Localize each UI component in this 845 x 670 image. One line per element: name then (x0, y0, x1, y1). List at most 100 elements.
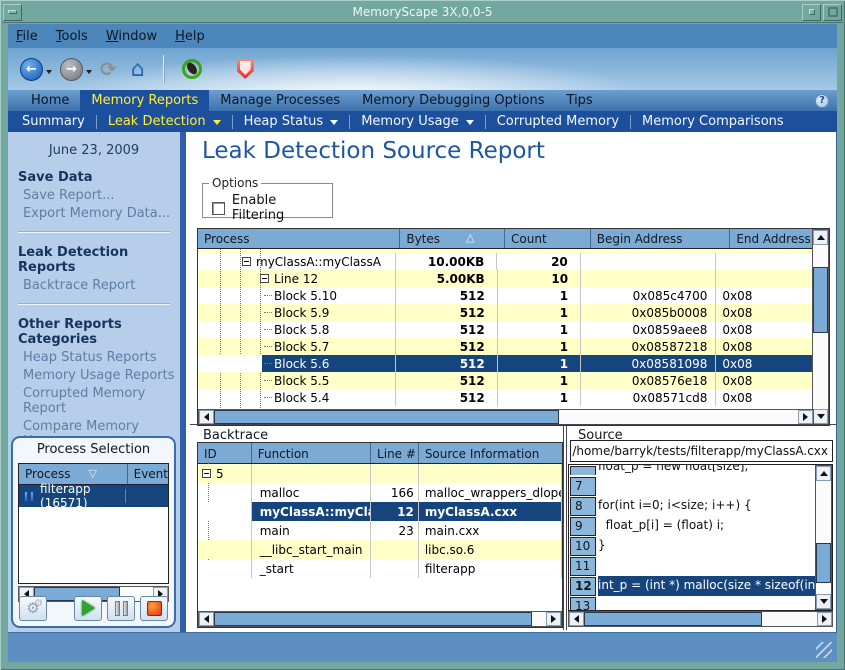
table-row[interactable]: Block 5.7 512 1 0x08587218 0x08 (198, 338, 812, 355)
subnav-leak-detection[interactable]: Leak Detection (108, 114, 221, 129)
table-row[interactable]: myClassA::myClassA 10.00KB 20 (198, 253, 812, 270)
memory-debug-bug-icon[interactable] (181, 58, 203, 80)
backtrace-hscrollbar[interactable] (198, 611, 562, 627)
line-number-gutter[interactable]: 9 (570, 517, 596, 536)
home-icon[interactable]: ⌂ (131, 57, 145, 82)
scroll-up-icon[interactable] (816, 466, 831, 481)
table-row[interactable]: Block 5.8 512 1 0x0859aee8 0x08 (198, 321, 812, 338)
pause-button[interactable] (107, 596, 135, 621)
column-header-line[interactable]: Line # (371, 443, 419, 463)
scrollbar-thumb[interactable] (214, 410, 559, 424)
column-header-function[interactable]: Function (252, 443, 371, 463)
menu-file[interactable]: File (16, 29, 38, 44)
link-export-memory-data[interactable]: Export Memory Data... (23, 206, 180, 221)
source-line[interactable]: 11 (569, 556, 832, 576)
link-heap-status-reports[interactable]: Heap Status Reports (23, 350, 180, 365)
column-header-process[interactable]: Process (198, 229, 400, 248)
scroll-left-icon[interactable] (199, 410, 214, 424)
column-header-process[interactable]: Process▽ (19, 464, 128, 484)
backtrace-row[interactable]: _start filterapp (198, 559, 562, 578)
tab-tips[interactable]: Tips (556, 90, 604, 111)
column-header-event[interactable]: Event (128, 464, 168, 484)
scrollbar-thumb[interactable] (584, 612, 762, 626)
source-line[interactable]: 10 } (569, 536, 832, 556)
source-vscrollbar[interactable] (815, 465, 832, 610)
resize-grip[interactable] (816, 642, 832, 658)
line-number-gutter[interactable]: 10 (570, 537, 596, 556)
table-row[interactable]: Line 12 5.00KB 10 (198, 270, 812, 287)
source-line[interactable]: 13 (569, 596, 832, 611)
backtrace-row[interactable]: main 23 main.cxx (198, 521, 562, 540)
leak-table-hscrollbar[interactable] (198, 409, 814, 425)
menu-help[interactable]: Help (175, 29, 205, 44)
line-number-gutter[interactable]: 8 (570, 497, 596, 516)
help-icon[interactable]: ? (815, 94, 829, 108)
column-header-bytes[interactable]: Bytes△ (400, 229, 505, 248)
link-memory-usage-reports[interactable]: Memory Usage Reports (23, 368, 180, 383)
source-line[interactable]: 8 for(int i=0; i<size; i++) { (569, 496, 832, 516)
scroll-right-icon[interactable] (546, 612, 561, 626)
source-line[interactable]: 7 (569, 476, 832, 496)
backtrace-row[interactable]: malloc 166 malloc_wrappers_dlopen. (198, 483, 562, 502)
scroll-right-icon[interactable] (798, 410, 813, 424)
scroll-left-icon[interactable] (569, 612, 584, 626)
backtrace-row-selected[interactable]: myClassA::myCla... 12 myClassA.cxx (198, 502, 562, 521)
table-row[interactable]: Block 5.5 512 1 0x08576e18 0x08 (198, 372, 812, 389)
scrollbar-thumb[interactable] (214, 612, 532, 626)
source-line-partial[interactable]: float_p = new float[size]; (569, 465, 832, 476)
scroll-left-icon[interactable] (199, 612, 214, 626)
scroll-down-icon[interactable] (816, 594, 831, 609)
subnav-heap-status[interactable]: Heap Status (244, 114, 339, 129)
menu-tools[interactable]: Tools (56, 29, 88, 44)
forward-icon[interactable]: → (60, 58, 83, 81)
back-dropdown-icon[interactable] (46, 70, 52, 77)
subnav-memory-usage[interactable]: Memory Usage (361, 114, 474, 129)
shield-add-icon[interactable] (237, 59, 254, 79)
tab-memory-reports[interactable]: Memory Reports (80, 90, 209, 111)
menu-window[interactable]: Window (106, 29, 157, 44)
column-header-source-information[interactable]: Source Information (419, 443, 562, 463)
scroll-down-icon[interactable] (813, 409, 828, 424)
backtrace-row[interactable]: 5 (198, 464, 562, 483)
tab-home[interactable]: Home (20, 90, 80, 111)
tree-collapse-icon[interactable] (242, 257, 251, 266)
tab-manage-processes[interactable]: Manage Processes (209, 90, 351, 111)
source-path-field[interactable]: /home/barryk/tests/filterapp/myClassA.cx… (570, 440, 833, 462)
process-row[interactable]: filterapp (16571) (19, 485, 168, 507)
backtrace-row[interactable]: __libc_start_main libc.so.6 (198, 540, 562, 559)
run-button[interactable] (74, 596, 102, 621)
table-row[interactable]: Block 5.10 512 1 0x085c4700 0x08 (198, 287, 812, 304)
stop-button[interactable] (140, 596, 168, 621)
column-header-id[interactable]: ID (198, 443, 252, 463)
table-row[interactable]: Block 5.9 512 1 0x085b0008 0x08 (198, 304, 812, 321)
leak-table-vscrollbar[interactable] (812, 229, 829, 425)
scrollbar-thumb[interactable] (813, 267, 828, 333)
tab-memory-debugging-options[interactable]: Memory Debugging Options (351, 90, 555, 111)
source-line[interactable]: 9 float_p[i] = (float) i; (569, 516, 832, 536)
tree-collapse-icon[interactable] (202, 469, 211, 478)
subnav-summary[interactable]: Summary (22, 114, 85, 129)
line-number-gutter[interactable]: 7 (570, 477, 596, 496)
refresh-icon[interactable]: ⟳ (100, 57, 117, 81)
enable-filtering-checkbox[interactable] (212, 202, 225, 215)
source-line-selected[interactable]: 12 int_p = (int *) malloc(size * sizeof(… (569, 576, 832, 596)
back-icon[interactable]: ← (20, 58, 43, 81)
link-save-report[interactable]: Save Report... (23, 188, 180, 203)
column-header-begin-address[interactable]: Begin Address (591, 229, 731, 248)
scroll-up-icon[interactable] (813, 230, 828, 245)
column-header-count[interactable]: Count (505, 229, 591, 248)
line-number-gutter[interactable] (570, 466, 596, 475)
table-row[interactable]: Block 5.4 512 1 0x08571cd8 0x08 (198, 389, 812, 406)
subnav-corrupted-memory[interactable]: Corrupted Memory (497, 114, 619, 129)
link-backtrace-report[interactable]: Backtrace Report (23, 278, 180, 293)
line-number-gutter[interactable]: 12 (570, 577, 596, 596)
scroll-right-icon[interactable] (817, 612, 832, 626)
scrollbar-thumb[interactable] (816, 543, 831, 583)
source-hscrollbar[interactable] (568, 611, 833, 627)
table-row-selected[interactable]: Block 5.6 512 1 0x08581098 0x08 (198, 355, 812, 372)
tree-collapse-icon[interactable] (260, 274, 269, 283)
line-number-gutter[interactable]: 13 (570, 597, 596, 611)
subnav-memory-comparisons[interactable]: Memory Comparisons (642, 114, 784, 129)
title-bar[interactable]: MemoryScape 3X,0,0-5 (2, 2, 843, 23)
line-number-gutter[interactable]: 11 (570, 557, 596, 576)
